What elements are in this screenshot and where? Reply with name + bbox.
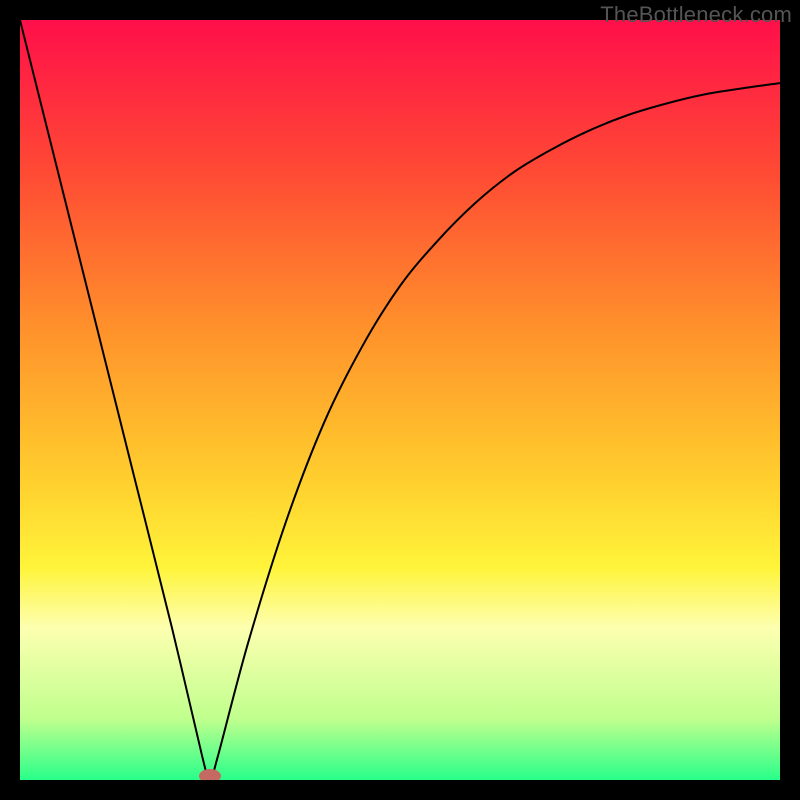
- chart-root: TheBottleneck.com: [0, 0, 800, 800]
- plot-background: [20, 20, 780, 780]
- attribution-label: TheBottleneck.com: [600, 2, 792, 28]
- chart-svg: [0, 0, 800, 800]
